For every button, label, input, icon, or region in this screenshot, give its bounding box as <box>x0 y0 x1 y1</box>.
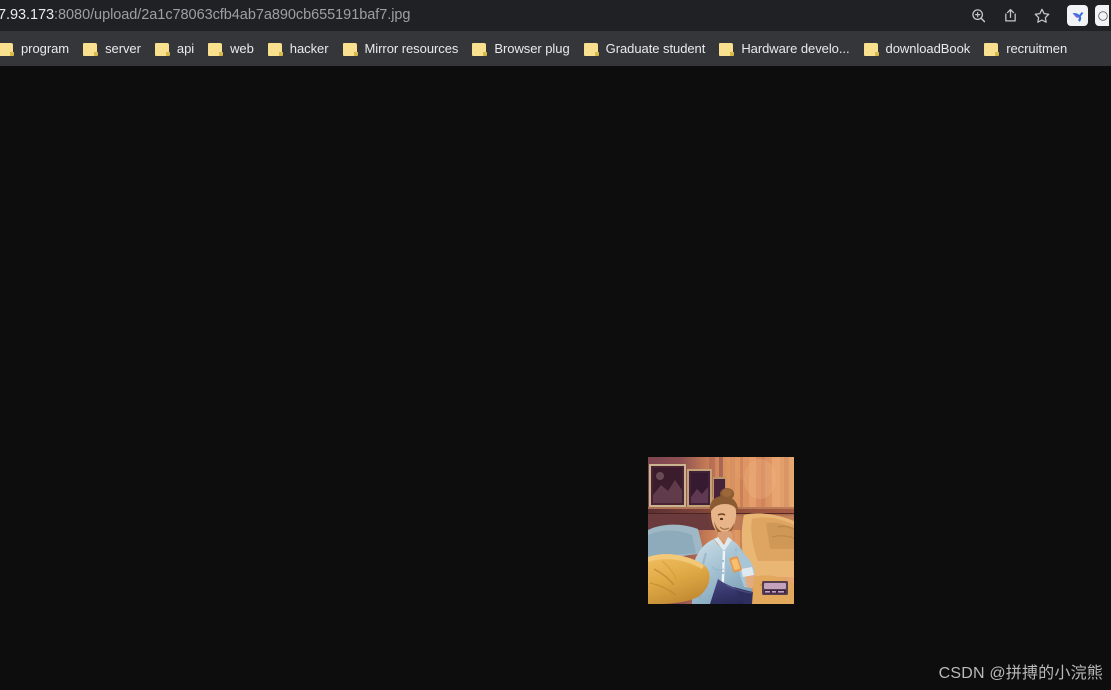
bookmark-item-graduate-student[interactable]: Graduate student <box>578 36 714 62</box>
folder-icon <box>208 42 224 56</box>
toolbar-actions <box>962 0 1111 31</box>
folder-icon <box>342 42 358 56</box>
url-host: 7.93.173 <box>0 7 55 23</box>
url-path: :8080/upload/2a1c78063cfb4ab7a890cb65519… <box>54 7 411 23</box>
folder-icon <box>0 42 14 56</box>
bookmark-label: hacker <box>289 41 329 56</box>
blue-bird-extension-icon[interactable] <box>1067 5 1088 26</box>
bookmark-item-mirror-resources[interactable]: Mirror resources <box>337 36 467 62</box>
bookmark-item-downloadbook[interactable]: downloadBook <box>858 36 979 62</box>
folder-icon <box>719 42 735 56</box>
page-viewport: CSDN @拼搏的小浣熊 <box>0 66 1111 690</box>
address-bar-url: 7.93.173:8080/upload/2a1c78063cfb4ab7a89… <box>0 0 410 31</box>
folder-icon <box>83 42 99 56</box>
folder-icon <box>154 42 170 56</box>
bookmark-item-hacker[interactable]: hacker <box>262 36 337 62</box>
uploaded-jpeg-illustration[interactable] <box>648 457 794 604</box>
toolbar-separator <box>1058 0 1067 31</box>
bookmark-label: Graduate student <box>605 41 706 56</box>
folder-icon <box>984 42 1000 56</box>
zoom-icon[interactable] <box>962 0 994 31</box>
illustration-artwork <box>648 457 794 604</box>
bookmark-label: Mirror resources <box>364 41 459 56</box>
bookmarks-bar: program server api web hacker Mirror res… <box>0 31 1111 66</box>
bookmark-item-browser-plug[interactable]: Browser plug <box>466 36 577 62</box>
folder-icon <box>863 42 879 56</box>
bookmark-label: program <box>21 41 70 56</box>
share-icon[interactable] <box>994 0 1026 31</box>
bookmark-item-server[interactable]: server <box>77 36 149 62</box>
bookmark-item-hardware-development[interactable]: Hardware develo... <box>713 36 857 62</box>
folder-icon <box>583 42 599 56</box>
bookmark-label: server <box>105 41 141 56</box>
browser-window: 7.93.173:8080/upload/2a1c78063cfb4ab7a89… <box>0 0 1111 690</box>
bookmark-item-program[interactable]: program <box>0 36 77 62</box>
bookmark-label: Browser plug <box>494 41 570 56</box>
bookmark-item-recruitment[interactable]: recruitmen <box>978 36 1075 62</box>
folder-icon <box>472 42 488 56</box>
bookmark-label: Hardware develo... <box>741 41 850 56</box>
bookmark-label: web <box>230 41 254 56</box>
bookmark-star-icon[interactable] <box>1026 0 1058 31</box>
bookmark-item-web[interactable]: web <box>202 36 262 62</box>
bookmark-label: recruitmen <box>1006 41 1068 56</box>
bookmark-item-api[interactable]: api <box>149 36 202 62</box>
partial-extension-icon[interactable] <box>1095 5 1109 26</box>
bookmark-label: downloadBook <box>885 41 971 56</box>
bookmark-label: api <box>176 41 195 56</box>
address-bar[interactable]: 7.93.173:8080/upload/2a1c78063cfb4ab7a89… <box>0 0 962 31</box>
browser-toolbar: 7.93.173:8080/upload/2a1c78063cfb4ab7a89… <box>0 0 1111 31</box>
csdn-watermark: CSDN @拼搏的小浣熊 <box>938 665 1103 682</box>
folder-icon <box>267 42 283 56</box>
